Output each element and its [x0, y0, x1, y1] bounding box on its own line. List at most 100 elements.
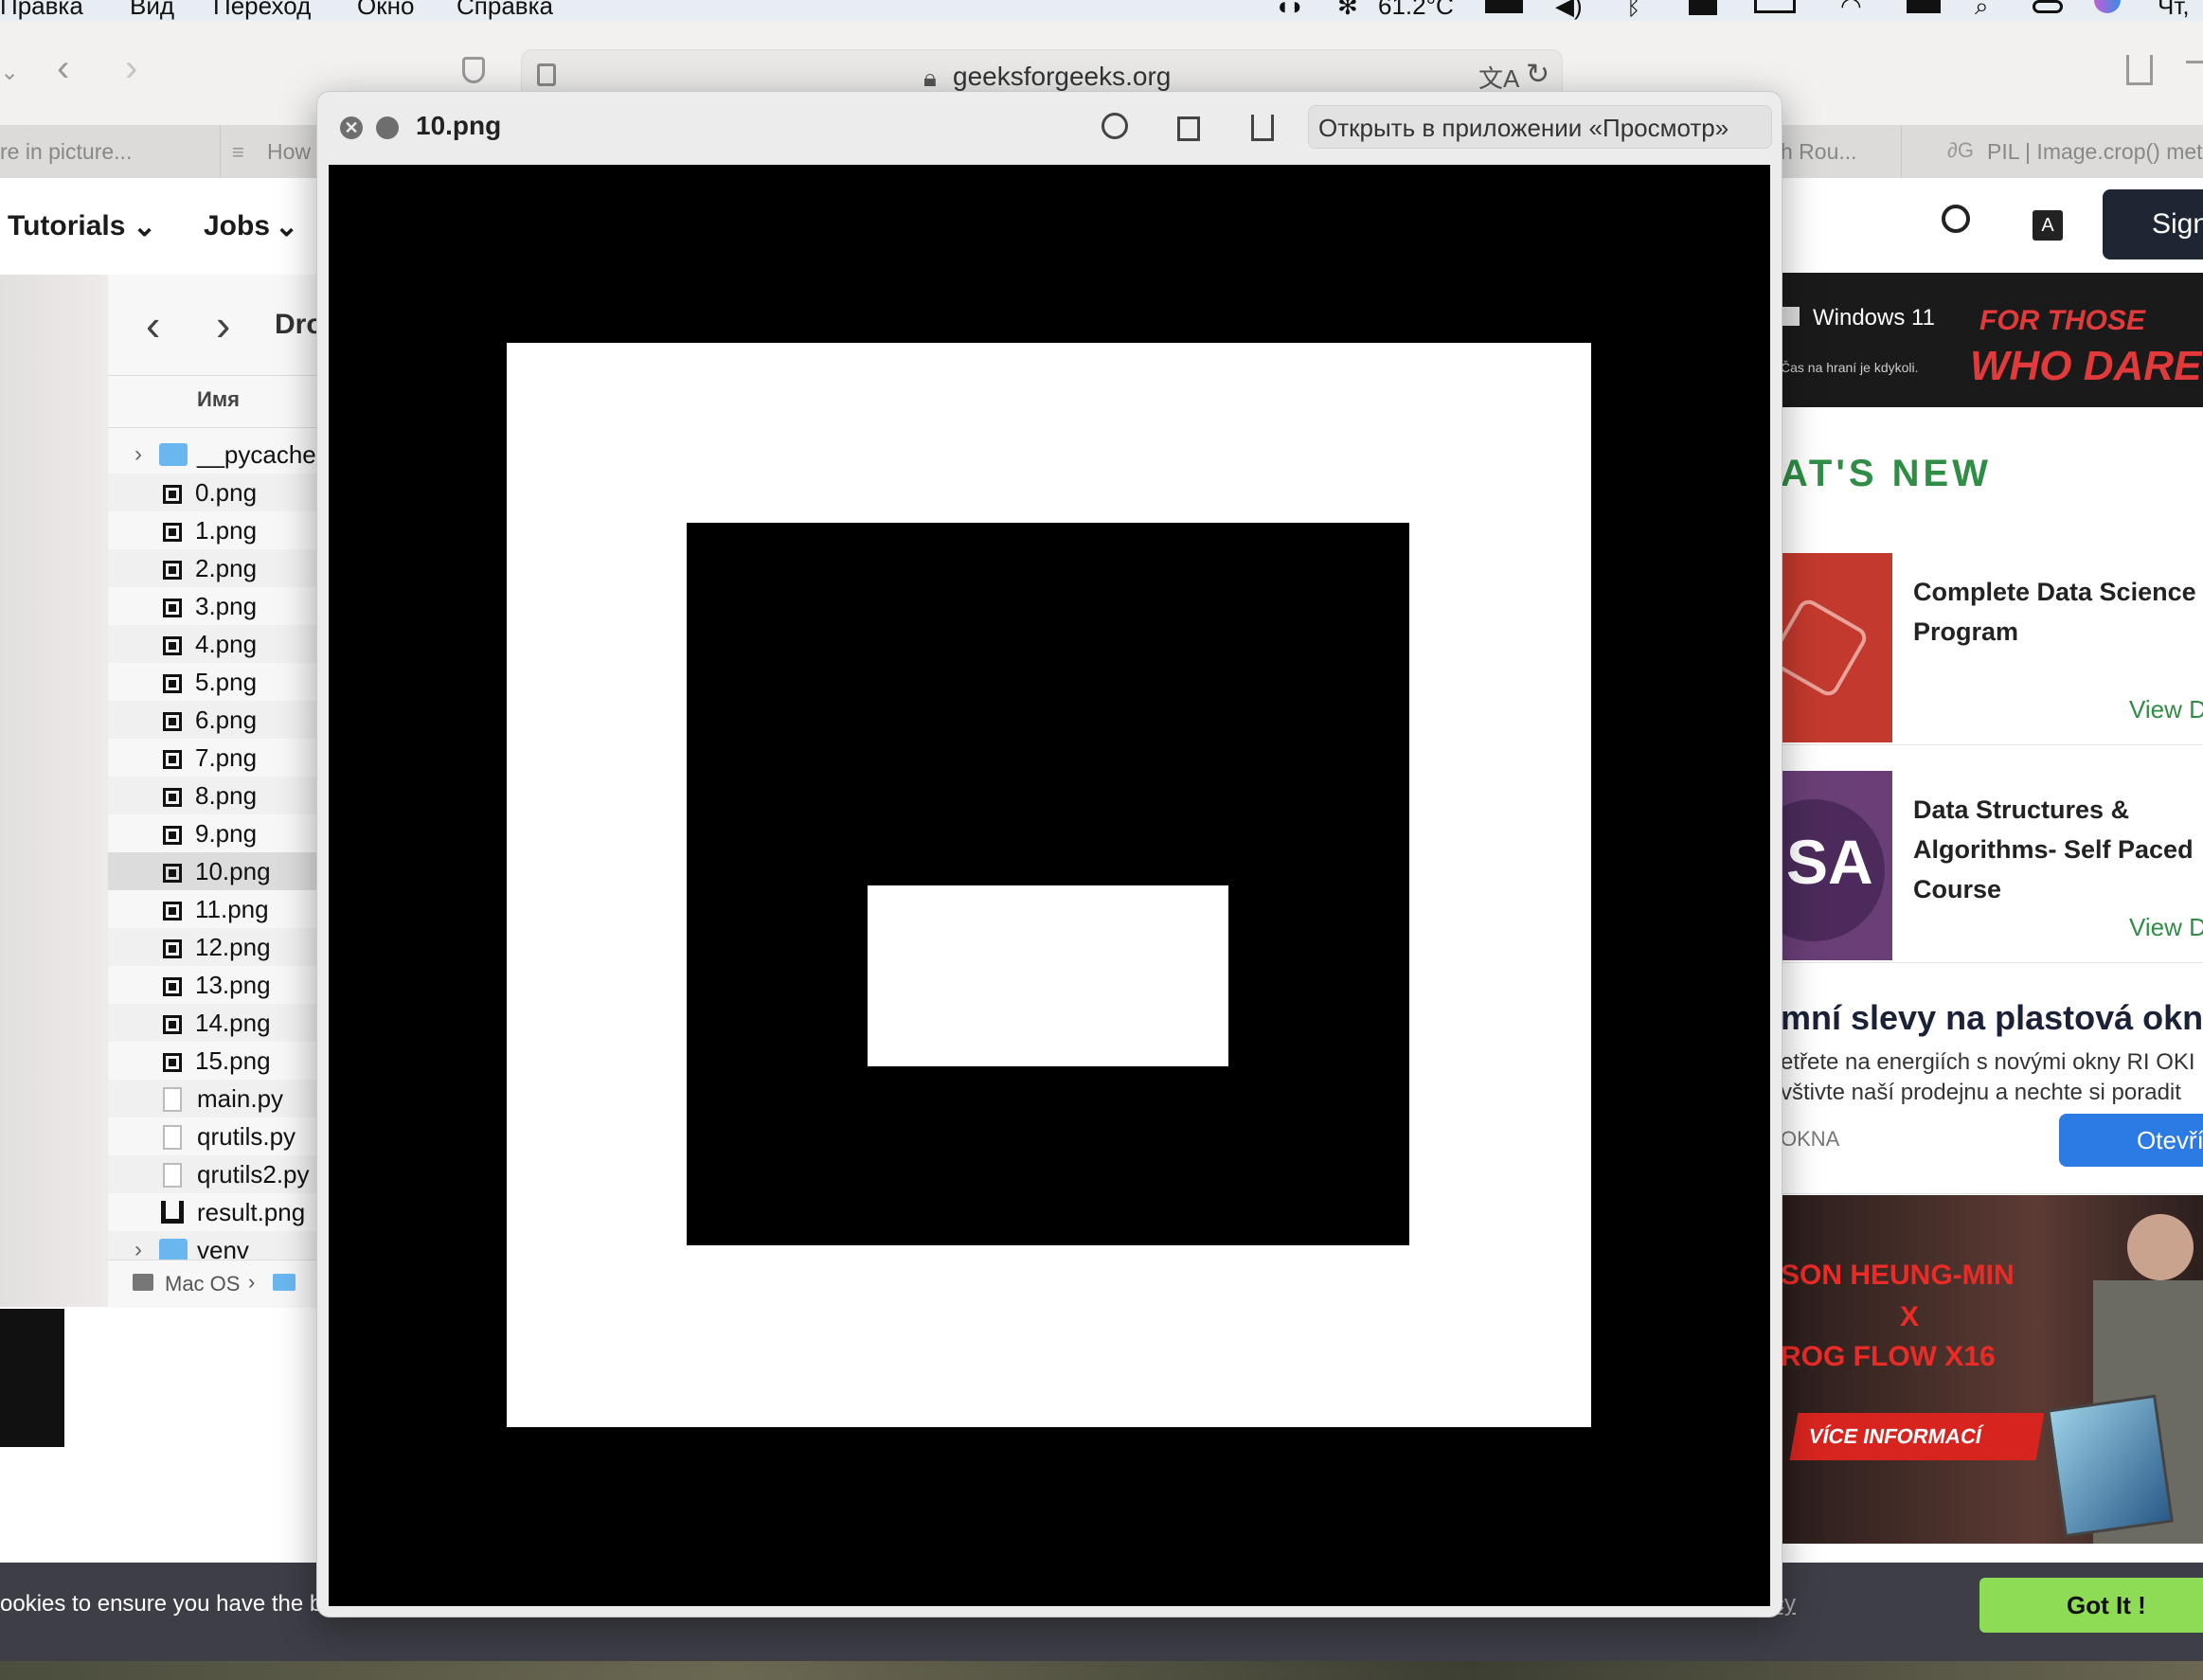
list-item-folder[interactable]: › venv	[108, 1231, 317, 1260]
file-name: 1.png	[195, 516, 258, 545]
nav-tutorials[interactable]: Tutorials	[8, 178, 125, 275]
siri-icon[interactable]	[2094, 0, 2121, 13]
view-details-link[interactable]: View D	[2129, 695, 2203, 724]
wifi-icon[interactable]: ◠	[1840, 0, 1862, 21]
fan-icon[interactable]: ✻	[1337, 0, 1358, 21]
list-item[interactable]: 15.png	[108, 1042, 317, 1080]
path-bar: Mac OS ›	[108, 1260, 317, 1308]
forward-icon[interactable]: ›	[216, 299, 230, 350]
toggle-icon[interactable]	[2033, 0, 2063, 13]
nav-jobs[interactable]: Jobs	[204, 178, 270, 275]
chevron-down-icon[interactable]: ⌄	[275, 210, 298, 243]
folder-icon	[273, 1274, 296, 1291]
list-item[interactable]: 6.png	[108, 701, 317, 739]
menu-edit[interactable]: Правка	[0, 0, 83, 21]
chevron-down-icon[interactable]: ⌄	[133, 210, 156, 243]
list-item[interactable]: 13.png	[108, 966, 317, 1004]
file-name: 12.png	[195, 933, 271, 961]
python-file-icon	[163, 1087, 182, 1112]
list-item[interactable]: 4.png	[108, 625, 317, 663]
list-item[interactable]: 3.png	[108, 587, 317, 625]
list-item[interactable]: 0.png	[108, 474, 317, 511]
fullscreen-icon[interactable]	[376, 116, 399, 139]
volume-icon[interactable]: ◀)	[1555, 0, 1583, 21]
url-text[interactable]: geeksforgeeks.org	[953, 62, 1171, 92]
finder-sidebar	[0, 275, 108, 1307]
chevron-right-icon[interactable]: ›	[134, 1231, 142, 1260]
list-item[interactable]: result.png	[108, 1193, 317, 1231]
headphones-icon[interactable]: ◖◗	[1275, 0, 1304, 21]
tab-route[interactable]: h Rou...	[1781, 125, 1894, 178]
share-icon[interactable]	[2126, 55, 2153, 85]
close-icon[interactable]: ✕	[340, 116, 363, 139]
sign-in-button[interactable]: Sign	[2103, 189, 2203, 259]
open-ad-button[interactable]: Otevřít	[2059, 1114, 2203, 1167]
path-root[interactable]: Mac OS	[165, 1272, 240, 1296]
translate-icon[interactable]: 文A	[1478, 60, 1519, 95]
column-header[interactable]: Имя	[108, 375, 317, 428]
course-title[interactable]: Data Structures & Algorithms- Self Paced…	[1913, 790, 2203, 909]
list-item[interactable]: qrutils2.py	[108, 1155, 317, 1193]
course-card-data-science[interactable]: Complete Data Science Program View D	[1766, 553, 2203, 745]
rog-more-info-button[interactable]: VÍCE INFORMACÍ	[1789, 1413, 2045, 1460]
list-item-folder[interactable]: › __pycache	[108, 436, 317, 474]
battery-icon[interactable]	[1754, 0, 1796, 13]
chevron-down-icon[interactable]: ⌄	[0, 59, 19, 86]
display-icon[interactable]	[1485, 0, 1523, 13]
list-item[interactable]: qrutils.py	[108, 1117, 317, 1155]
list-item[interactable]: 9.png	[108, 814, 317, 852]
list-item[interactable]: 1.png	[108, 511, 317, 549]
list-item[interactable]: 7.png	[108, 739, 317, 777]
list-item[interactable]: 8.png	[108, 777, 317, 814]
bluetooth-icon[interactable]: ᛒ	[1626, 0, 1641, 21]
ad-dare-top: FOR THOSE	[1979, 305, 2146, 336]
column-header-name[interactable]: Имя	[197, 387, 240, 412]
back-icon[interactable]: ‹	[146, 299, 160, 350]
share-icon[interactable]	[1251, 115, 1274, 141]
preview-title: 10.png	[416, 111, 502, 140]
whats-new-heading: AT'S NEW	[1781, 453, 1992, 494]
reload-icon[interactable]: ↻	[1526, 58, 1549, 91]
got-it-label: Got It !	[2067, 1591, 2146, 1619]
chevron-right-icon[interactable]: ›	[134, 436, 142, 474]
search-icon[interactable]	[1942, 205, 1970, 233]
menu-window[interactable]: Окно	[357, 0, 414, 21]
open-in-preview-button[interactable]: Открыть в приложении «Просмотр»	[1308, 105, 1772, 149]
lock-icon: 🔒︎	[923, 63, 937, 92]
list-item[interactable]: main.py	[108, 1080, 317, 1117]
reader-icon[interactable]	[537, 63, 556, 86]
list-item[interactable]: 2.png	[108, 549, 317, 587]
markup-icon[interactable]	[1102, 113, 1128, 139]
shield-icon[interactable]	[462, 57, 485, 83]
tab-pil-crop[interactable]: PIL | Image.crop() meth	[1987, 125, 2203, 178]
tab-picture[interactable]: re in picture...	[0, 125, 189, 178]
list-item-selected[interactable]: 10.png	[108, 852, 317, 890]
got-it-button[interactable]: Got It !	[1979, 1578, 2203, 1633]
control-center-icon[interactable]	[1907, 0, 1941, 13]
menu-help[interactable]: Справка	[457, 0, 553, 21]
translate-icon[interactable]: A	[2033, 210, 2063, 241]
image-file-icon	[163, 485, 182, 505]
list-item[interactable]: 14.png	[108, 1004, 317, 1042]
search-icon[interactable]: ⌕	[1975, 0, 1989, 21]
file-name: 7.png	[195, 743, 258, 772]
forward-icon[interactable]: ›	[125, 47, 137, 90]
image-file-icon	[163, 864, 182, 884]
ad-windows-offer-title[interactable]: mní slevy na plastová okna	[1781, 998, 2203, 1038]
view-details-link[interactable]: View D	[2129, 913, 2203, 942]
ad-rog-banner[interactable]: SON HEUNG-MIN X ROG FLOW X16 VÍCE INFORM…	[1781, 1195, 2203, 1544]
input-source-icon[interactable]	[1689, 0, 1717, 15]
menu-go[interactable]: Переход	[213, 0, 311, 21]
course-card-dsa[interactable]: SA Data Structures & Algorithms- Self Pa…	[1743, 771, 2203, 963]
tab-how[interactable]: How	[267, 125, 314, 178]
tab-overview-icon[interactable]	[2186, 61, 2203, 63]
rotate-icon[interactable]	[1177, 116, 1200, 141]
menu-view[interactable]: Вид	[130, 0, 174, 21]
list-item[interactable]: 12.png	[108, 928, 317, 966]
list-item[interactable]: 11.png	[108, 890, 317, 928]
ad-windows-banner[interactable]: Windows 11 Čas na hraní je kdykoli. FOR …	[1781, 273, 2203, 407]
list-item[interactable]: 5.png	[108, 663, 317, 701]
course-title[interactable]: Complete Data Science Program	[1913, 572, 2197, 652]
back-icon[interactable]: ‹	[57, 47, 69, 90]
file-name: 3.png	[195, 592, 258, 620]
